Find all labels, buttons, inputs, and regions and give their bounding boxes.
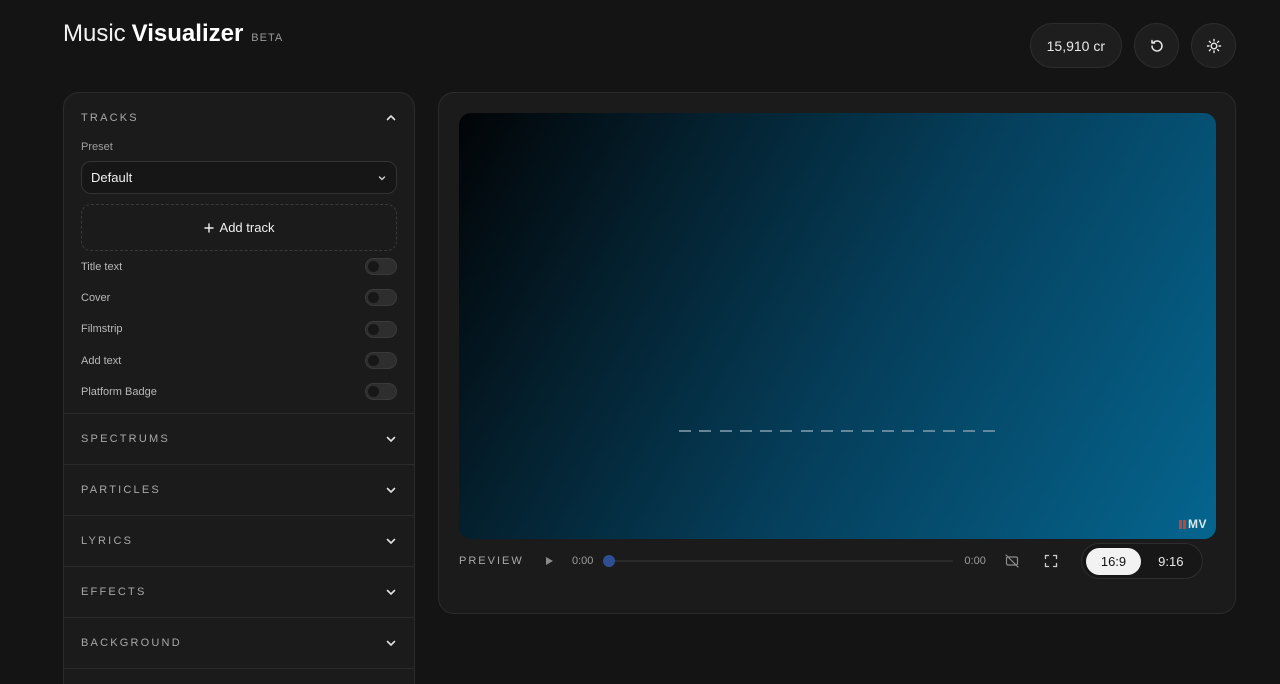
captions-off-button[interactable] [1000,549,1024,573]
waveform-bar [983,430,996,432]
toggle-row-platform-badge: Platform Badge [81,376,397,407]
preview-label: PREVIEW [459,555,524,567]
waveform-bar [780,430,793,432]
waveform-bar [942,430,955,432]
ratio-16-9-button[interactable]: 16:9 [1085,547,1142,575]
page-title: Music Visualizer BETA [63,20,283,48]
preset-label: Preset [81,141,113,153]
preset-value: Default [91,170,133,185]
play-button[interactable] [537,549,561,573]
credits-label: 15,910 cr [1046,37,1105,54]
preview-controls: PREVIEW 0:00 0:00 16:9 9:16 [459,543,1216,579]
settings-panel: TRACKS Preset Default Add track Title te… [63,92,415,684]
toggle-label: Add text [81,354,122,367]
waveform-bar [922,430,935,432]
beta-badge: BETA [251,32,284,44]
seek-thumb[interactable] [603,555,616,567]
title-prefix: Music [63,20,126,47]
seek-track [603,560,954,562]
waveform-bar [881,430,894,432]
section-header-background[interactable]: BACKGROUND [64,618,414,668]
toggle-label: Title text [81,260,123,273]
toggle-row-title-text: Title text [81,251,397,282]
plus-icon [203,222,214,233]
logo-text: MV [1188,517,1207,531]
toggle-row-add-text: Add text [81,345,397,376]
sun-icon [1206,38,1221,53]
fullscreen-icon [1044,554,1057,568]
add-text-toggle[interactable] [365,352,397,370]
section-title: BACKGROUND [81,637,182,650]
section-title-tracks: TRACKS [81,112,139,124]
seek-slider[interactable] [603,553,954,569]
visualizer-canvas[interactable]: MV [459,113,1216,539]
waveform-bar [821,430,834,432]
waveform-bar [800,430,813,432]
waveform-bar [760,430,773,432]
divider [64,668,414,670]
section-header-spectrums[interactable]: SPECTRUMS [64,414,414,464]
section-title: PARTICLES [81,484,161,497]
aspect-ratio-toggle: 16:9 9:16 [1080,543,1204,579]
toggle-label: Cover [81,291,111,304]
total-time: 0:00 [964,555,986,567]
refresh-icon [1150,39,1163,52]
chevron-down-icon [378,175,386,180]
header-actions: 15,910 cr [1029,23,1236,68]
section-header-effects[interactable]: EFFECTS [64,567,414,617]
waveform-bar [963,430,976,432]
toggle-label: Platform Badge [81,385,157,398]
toggle-row-cover: Cover [81,282,397,313]
section-title: EFFECTS [81,586,147,599]
chevron-down-icon [386,590,396,596]
title-main: Visualizer [131,20,244,47]
waveform [679,430,996,432]
waveform-bar [841,430,854,432]
waveform-bar [679,430,691,432]
music-visualizer-app: Music Visualizer BETA 15,910 cr TRACKS P… [0,0,1280,684]
watermark-logo: MV [1179,517,1207,531]
platform-badge-toggle[interactable] [365,383,397,401]
cover-toggle[interactable] [365,289,397,307]
section-header-particles[interactable]: PARTICLES [64,465,414,515]
credits-button[interactable]: 15,910 cr [1029,23,1122,68]
tracks-section-body: Preset Default Add track Title text Cove… [64,141,414,413]
current-time: 0:00 [572,555,594,567]
play-icon [546,557,553,565]
section-title: SPECTRUMS [81,433,170,446]
waveform-bar [902,430,915,432]
waveform-bar [719,430,732,432]
toggle-label: Filmstrip [81,323,123,336]
title-text-toggle[interactable] [365,258,397,276]
preset-select[interactable]: Default [81,161,397,194]
chevron-up-icon [386,115,396,121]
filmstrip-toggle[interactable] [365,320,397,338]
captions-off-icon [1005,554,1019,568]
logo-bars-icon [1179,519,1186,529]
chevron-down-icon [386,539,396,545]
waveform-bar [739,430,752,432]
add-track-button[interactable]: Add track [81,204,397,251]
section-title: LYRICS [81,535,134,548]
reset-button[interactable] [1134,23,1179,68]
chevron-down-icon [386,488,396,494]
theme-toggle-button[interactable] [1191,23,1236,68]
waveform-bar [699,430,712,432]
section-header-lyrics[interactable]: LYRICS [64,516,414,566]
preview-panel: MV PREVIEW 0:00 0:00 16:9 9:16 [438,92,1236,614]
chevron-down-icon [386,437,396,443]
ratio-9-16-button[interactable]: 9:16 [1143,548,1198,575]
chevron-down-icon [386,641,396,647]
section-header-tracks[interactable]: TRACKS [64,93,414,143]
waveform-bar [861,430,874,432]
add-track-label: Add track [219,220,275,235]
toggle-row-filmstrip: Filmstrip [81,314,397,345]
fullscreen-button[interactable] [1039,549,1063,573]
